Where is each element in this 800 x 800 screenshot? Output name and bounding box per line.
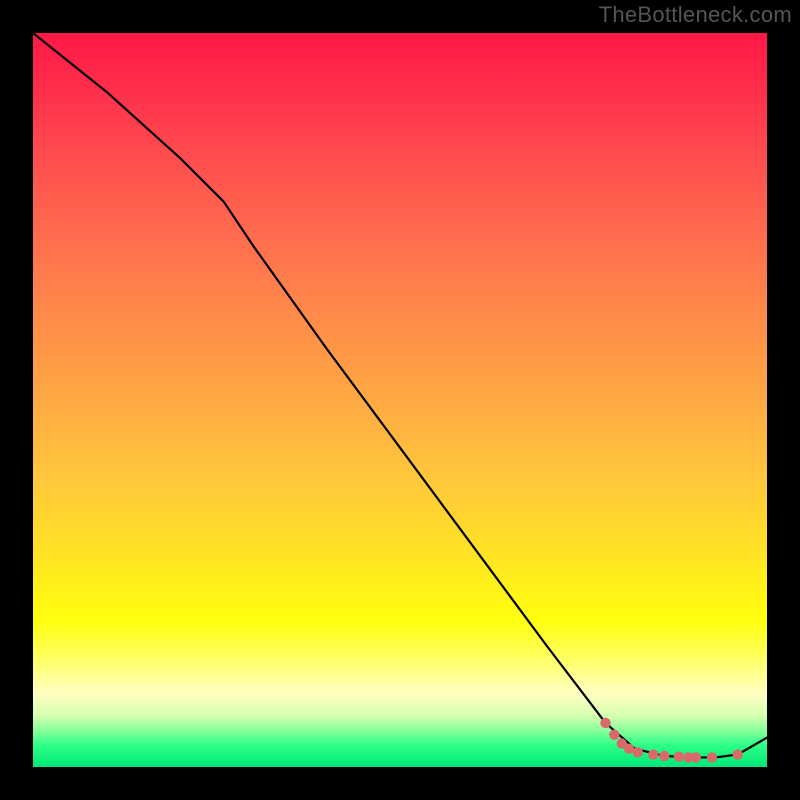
chart-stage: TheBottleneck.com	[0, 0, 800, 800]
chart-overlay	[33, 33, 767, 767]
data-point	[633, 747, 643, 757]
curve-line	[33, 33, 767, 757]
watermark-text: TheBottleneck.com	[599, 2, 792, 28]
data-point	[600, 718, 610, 728]
data-point	[707, 752, 717, 762]
plot-area	[33, 33, 767, 767]
data-point	[674, 752, 684, 762]
data-point	[609, 730, 619, 740]
data-point	[648, 749, 658, 759]
data-point	[732, 749, 742, 759]
data-point	[659, 751, 669, 761]
data-point	[691, 752, 701, 762]
